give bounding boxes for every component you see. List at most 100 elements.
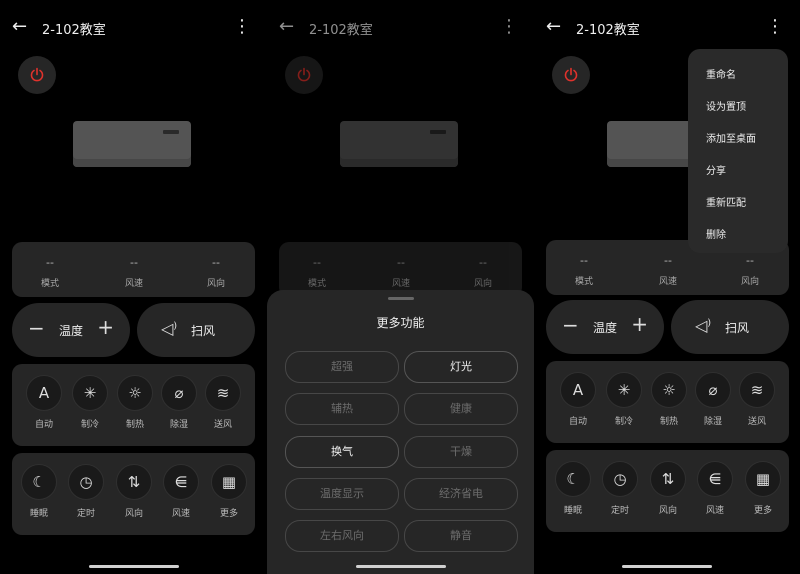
back-arrow-icon[interactable]: ← [12, 17, 27, 37]
wind-speed-icon: ⋹ [163, 464, 199, 500]
option-ventilation[interactable]: 换气 [285, 436, 399, 468]
power-icon [564, 67, 578, 82]
func-direction[interactable]: ⇅ 风向 [646, 461, 690, 516]
func-speed[interactable]: ⋹ 风速 [159, 464, 203, 519]
sheet-handle[interactable] [387, 297, 414, 300]
page-title: 2-102教室 [309, 23, 373, 38]
status-direction: -- 风向 [206, 256, 225, 289]
func-more[interactable]: ▦ 更多 [741, 461, 785, 516]
auto-icon: A [560, 372, 596, 408]
phone-screen-main: ← 2-102教室 ⋮ -- 模式 -- 风速 -- 风向 − 温度 + ◁⁾ 扫风 … [0, 0, 267, 574]
func-more[interactable]: ▦ 更多 [207, 464, 251, 519]
header: ← 2-102教室 ⋮ [267, 14, 534, 42]
grid-icon: ▦ [211, 464, 247, 500]
mode-fan[interactable]: ≋ 送风 [201, 375, 245, 430]
back-arrow-icon[interactable]: ← [279, 17, 294, 37]
swing-button[interactable]: ◁⁾ 扫风 [137, 303, 255, 357]
header: ← 2-102教室 ⋮ [534, 14, 800, 42]
wind-icon: ≋ [739, 372, 775, 408]
status-mode: -- 模式 [40, 256, 59, 289]
back-arrow-icon[interactable]: ← [546, 17, 561, 37]
mode-heat[interactable]: ☼ 制热 [113, 375, 157, 430]
alarm-clock-icon: ◷ [602, 461, 638, 497]
gesture-bar [88, 565, 179, 568]
power-button[interactable] [552, 56, 590, 94]
mode-panel: A 自动 ✳ 制冷 ☼ 制热 ⌀ 除湿 ≋ 送风 [12, 364, 255, 446]
grid-icon: ▦ [745, 461, 781, 497]
menu-rename[interactable]: 重命名 [706, 66, 736, 81]
header: ← 2-102教室 ⋮ [0, 14, 267, 42]
temperature-control: − 温度 + [12, 303, 130, 357]
moon-icon: ☾ [555, 461, 591, 497]
moon-icon: ☾ [21, 464, 57, 500]
option-aux-heat[interactable]: 辅热 [285, 393, 399, 425]
wind-speed-icon: ⋹ [697, 461, 733, 497]
status-panel: -- 模式 -- 风速 -- 风向 [12, 242, 255, 297]
status-panel: -- 模式 -- 风速 -- 风向 [279, 242, 522, 297]
func-timer[interactable]: ◷ 定时 [598, 461, 642, 516]
sheet-title: 更多功能 [376, 316, 425, 330]
status-mode: -- 模式 [307, 256, 326, 289]
power-button[interactable] [18, 56, 56, 94]
func-sleep[interactable]: ☾ 睡眠 [17, 464, 61, 519]
status-speed: -- 风速 [658, 254, 677, 287]
power-button[interactable] [285, 56, 323, 94]
page-title: 2-102教室 [42, 23, 106, 38]
direction-icon: ⇅ [116, 464, 152, 500]
swing-button[interactable]: ◁⁾ 扫风 [671, 300, 789, 354]
droplet-icon: ⌀ [161, 375, 197, 411]
temperature-control: − 温度 + [546, 300, 664, 354]
phone-screen-more-functions: ← 2-102教室 ⋮ -- 模式 -- 风速 -- 风向 更多功能 超强 灯光 辅热… [267, 0, 534, 574]
option-dry[interactable]: 干燥 [404, 436, 518, 468]
direction-icon: ⇅ [650, 461, 686, 497]
power-icon [297, 67, 311, 82]
air-conditioner-image [73, 121, 191, 167]
menu-add-to-desktop[interactable]: 添加至桌面 [706, 130, 756, 145]
menu-pin-top[interactable]: 设为置顶 [706, 98, 746, 113]
func-timer[interactable]: ◷ 定时 [64, 464, 108, 519]
function-panel: ☾ 睡眠 ◷ 定时 ⇅ 风向 ⋹ 风速 ▦ 更多 [546, 450, 789, 532]
phone-screen-menu: ← 2-102教室 ⋮ -- 模式 -- 风速 -- 风向 − 温度 + ◁⁾ 扫风 … [534, 0, 800, 574]
droplet-icon: ⌀ [695, 372, 731, 408]
mode-fan[interactable]: ≋ 送风 [735, 372, 779, 427]
more-options-icon[interactable]: ⋮ [233, 16, 251, 38]
option-eco[interactable]: 经济省电 [404, 478, 518, 510]
more-options-icon[interactable]: ⋮ [766, 16, 784, 38]
option-health[interactable]: 健康 [404, 393, 518, 425]
air-conditioner-image [340, 121, 458, 167]
gesture-bar [355, 565, 446, 568]
gesture-bar [622, 565, 712, 568]
func-speed[interactable]: ⋹ 风速 [693, 461, 737, 516]
more-options-icon[interactable]: ⋮ [500, 16, 518, 38]
status-mode: -- 模式 [574, 254, 593, 287]
temp-plus-button[interactable]: + [631, 312, 648, 336]
mode-cool[interactable]: ✳ 制冷 [602, 372, 646, 427]
mode-dry[interactable]: ⌀ 除湿 [157, 375, 201, 430]
wind-icon: ≋ [205, 375, 241, 411]
mode-cool[interactable]: ✳ 制冷 [68, 375, 112, 430]
mode-auto[interactable]: A 自动 [556, 372, 600, 427]
status-direction: -- 风向 [740, 254, 759, 287]
sun-icon: ☼ [651, 372, 687, 408]
option-temp-display[interactable]: 温度显示 [285, 478, 399, 510]
alarm-clock-icon: ◷ [68, 464, 104, 500]
snowflake-icon: ✳ [606, 372, 642, 408]
temp-plus-button[interactable]: + [97, 315, 114, 339]
option-super[interactable]: 超强 [285, 351, 399, 383]
status-speed: -- 风速 [391, 256, 410, 289]
mode-heat[interactable]: ☼ 制热 [647, 372, 691, 427]
sun-icon: ☼ [117, 375, 153, 411]
status-speed: -- 风速 [124, 256, 143, 289]
power-icon [30, 67, 44, 82]
func-direction[interactable]: ⇅ 风向 [112, 464, 156, 519]
mode-auto[interactable]: A 自动 [22, 375, 66, 430]
option-horizontal-swing[interactable]: 左右风向 [285, 520, 399, 552]
menu-delete[interactable]: 删除 [706, 226, 726, 241]
mode-dry[interactable]: ⌀ 除湿 [691, 372, 735, 427]
menu-share[interactable]: 分享 [706, 162, 726, 177]
option-quiet[interactable]: 静音 [404, 520, 518, 552]
menu-rematch[interactable]: 重新匹配 [706, 194, 746, 209]
mode-panel: A 自动 ✳ 制冷 ☼ 制热 ⌀ 除湿 ≋ 送风 [546, 361, 789, 443]
option-light[interactable]: 灯光 [404, 351, 518, 383]
func-sleep[interactable]: ☾ 睡眠 [551, 461, 595, 516]
